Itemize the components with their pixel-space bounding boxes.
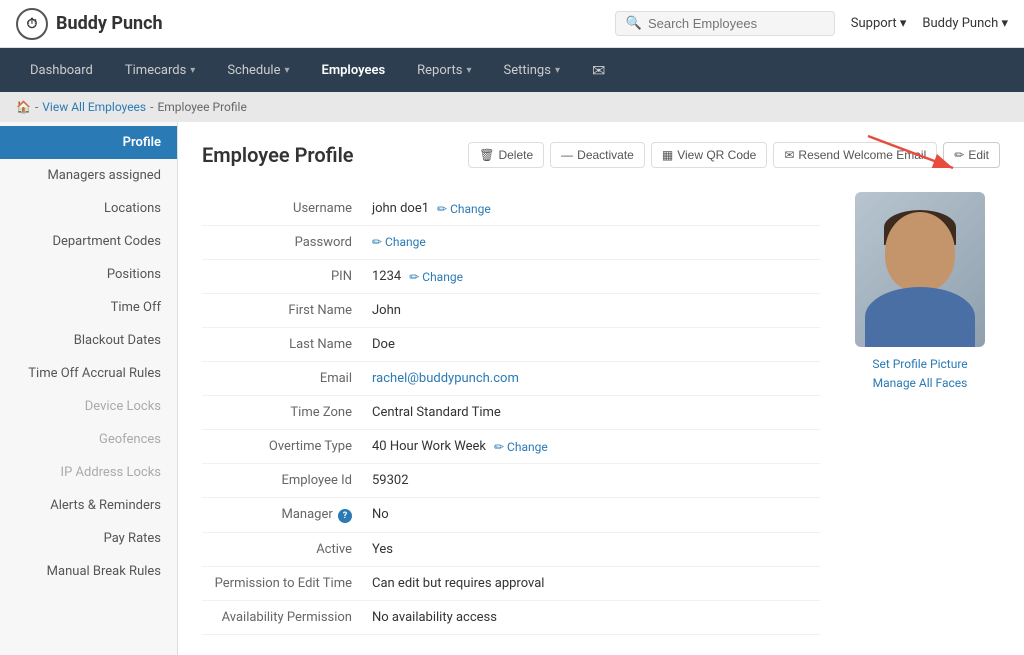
photo-links: Set Profile Picture Manage All Faces bbox=[840, 355, 1000, 393]
overtime-change-link[interactable]: ✏ Change bbox=[494, 440, 548, 454]
nav-schedule[interactable]: Schedule ▾ bbox=[213, 53, 303, 88]
manage-all-faces-link[interactable]: Manage All Faces bbox=[840, 374, 1000, 393]
search-icon: 🔍 bbox=[626, 16, 642, 31]
nav-bar: Dashboard Timecards ▾ Schedule ▾ Employe… bbox=[0, 48, 1024, 92]
nav-timecards[interactable]: Timecards ▾ bbox=[111, 53, 209, 88]
search-bar[interactable]: 🔍 bbox=[615, 11, 835, 36]
sidebar-item-alerts[interactable]: Alerts & Reminders bbox=[0, 489, 177, 522]
sidebar-item-locations[interactable]: Locations bbox=[0, 192, 177, 225]
field-timezone: Time Zone Central Standard Time bbox=[202, 396, 820, 430]
sidebar: Profile Managers assigned Locations Depa… bbox=[0, 122, 178, 655]
trash-icon: 🗑 bbox=[479, 148, 494, 162]
profile-layout: Username john doe1 ✏ Change Password ✏ C… bbox=[202, 192, 1000, 635]
page-title: Employee Profile bbox=[202, 143, 354, 167]
field-overtime: Overtime Type 40 Hour Work Week ✏ Change bbox=[202, 430, 820, 464]
view-qr-button[interactable]: ▦ View QR Code bbox=[651, 142, 768, 168]
chevron-down-icon: ▾ bbox=[900, 16, 907, 31]
sidebar-item-device-locks[interactable]: Device Locks bbox=[0, 390, 177, 423]
nav-settings[interactable]: Settings ▾ bbox=[489, 53, 574, 88]
profile-actions: 🗑 Delete — Deactivate ▦ View QR Code ✉ R… bbox=[468, 142, 1000, 168]
user-menu[interactable]: Buddy Punch ▾ bbox=[922, 16, 1008, 31]
nav-mail[interactable]: ✉ bbox=[578, 51, 619, 90]
email-icon: ✉ bbox=[784, 148, 794, 162]
pin-change-link[interactable]: ✏ Change bbox=[409, 270, 463, 284]
sidebar-item-time-off-accrual[interactable]: Time Off Accrual Rules bbox=[0, 357, 177, 390]
chevron-down-icon: ▾ bbox=[284, 65, 289, 76]
sidebar-item-positions[interactable]: Positions bbox=[0, 258, 177, 291]
sidebar-item-blackout-dates[interactable]: Blackout Dates bbox=[0, 324, 177, 357]
main-layout: Profile Managers assigned Locations Depa… bbox=[0, 122, 1024, 655]
email-link[interactable]: rachel@buddypunch.com bbox=[372, 371, 519, 386]
sidebar-item-break-rules[interactable]: Manual Break Rules bbox=[0, 555, 177, 588]
breadcrumb-view-all[interactable]: View All Employees bbox=[42, 100, 146, 114]
breadcrumb-current: Employee Profile bbox=[157, 100, 246, 114]
breadcrumb: 🏠 - View All Employees - Employee Profil… bbox=[0, 92, 1024, 122]
delete-button[interactable]: 🗑 Delete bbox=[468, 142, 544, 168]
sidebar-item-department-codes[interactable]: Department Codes bbox=[0, 225, 177, 258]
resend-email-button[interactable]: ✉ Resend Welcome Email bbox=[773, 142, 937, 168]
logo-text: Buddy Punch bbox=[56, 13, 163, 34]
qr-icon: ▦ bbox=[662, 148, 673, 162]
deactivate-icon: — bbox=[561, 148, 573, 162]
edit-button[interactable]: ✏ Edit bbox=[943, 142, 1000, 168]
edit-icon: ✏ bbox=[954, 148, 964, 162]
field-pin: PIN 1234 ✏ Change bbox=[202, 260, 820, 294]
profile-photo-section: Set Profile Picture Manage All Faces bbox=[840, 192, 1000, 635]
chevron-down-icon: ▾ bbox=[555, 65, 560, 76]
field-email: Email rachel@buddypunch.com bbox=[202, 362, 820, 396]
sidebar-item-managers[interactable]: Managers assigned bbox=[0, 159, 177, 192]
sidebar-item-ip-locks[interactable]: IP Address Locks bbox=[0, 456, 177, 489]
nav-reports[interactable]: Reports ▾ bbox=[403, 53, 485, 88]
sidebar-item-pay-rates[interactable]: Pay Rates bbox=[0, 522, 177, 555]
sidebar-item-geofences[interactable]: Geofences bbox=[0, 423, 177, 456]
field-edit-time-permission: Permission to Edit Time Can edit but req… bbox=[202, 567, 820, 601]
search-input[interactable] bbox=[648, 16, 824, 31]
password-change-link[interactable]: ✏ Change bbox=[372, 235, 426, 249]
nav-employees[interactable]: Employees bbox=[308, 53, 400, 88]
nav-dashboard[interactable]: Dashboard bbox=[16, 53, 107, 88]
support-link[interactable]: Support ▾ bbox=[851, 16, 907, 31]
photo-body bbox=[865, 287, 975, 347]
field-username: Username john doe1 ✏ Change bbox=[202, 192, 820, 226]
field-last-name: Last Name Doe bbox=[202, 328, 820, 362]
field-availability-permission: Availability Permission No availability … bbox=[202, 601, 820, 635]
sidebar-item-profile[interactable]: Profile bbox=[0, 126, 177, 159]
content-area: Employee Profile 🗑 Delete — Deactivate ▦… bbox=[178, 122, 1024, 655]
set-profile-picture-link[interactable]: Set Profile Picture bbox=[840, 355, 1000, 374]
top-actions: Support ▾ Buddy Punch ▾ bbox=[851, 16, 1008, 31]
logo: ⏱ Buddy Punch bbox=[16, 8, 163, 40]
sidebar-item-time-off[interactable]: Time Off bbox=[0, 291, 177, 324]
deactivate-button[interactable]: — Deactivate bbox=[550, 142, 645, 168]
profile-photo bbox=[855, 192, 985, 347]
chevron-down-icon: ▾ bbox=[466, 65, 471, 76]
photo-head bbox=[885, 212, 955, 292]
field-password: Password ✏ Change bbox=[202, 226, 820, 260]
profile-fields: Username john doe1 ✏ Change Password ✏ C… bbox=[202, 192, 820, 635]
manager-help-icon[interactable]: ? bbox=[338, 509, 352, 523]
field-manager: Manager ? No bbox=[202, 498, 820, 533]
username-change-link[interactable]: ✏ Change bbox=[437, 202, 491, 216]
field-employee-id: Employee Id 59302 bbox=[202, 464, 820, 498]
field-first-name: First Name John bbox=[202, 294, 820, 328]
profile-header: Employee Profile 🗑 Delete — Deactivate ▦… bbox=[202, 142, 1000, 168]
top-bar: ⏱ Buddy Punch 🔍 Support ▾ Buddy Punch ▾ bbox=[0, 0, 1024, 48]
field-active: Active Yes bbox=[202, 533, 820, 567]
home-icon[interactable]: 🏠 bbox=[16, 100, 31, 114]
chevron-down-icon: ▾ bbox=[190, 65, 195, 76]
chevron-down-icon: ▾ bbox=[1001, 16, 1008, 31]
logo-icon: ⏱ bbox=[16, 8, 48, 40]
